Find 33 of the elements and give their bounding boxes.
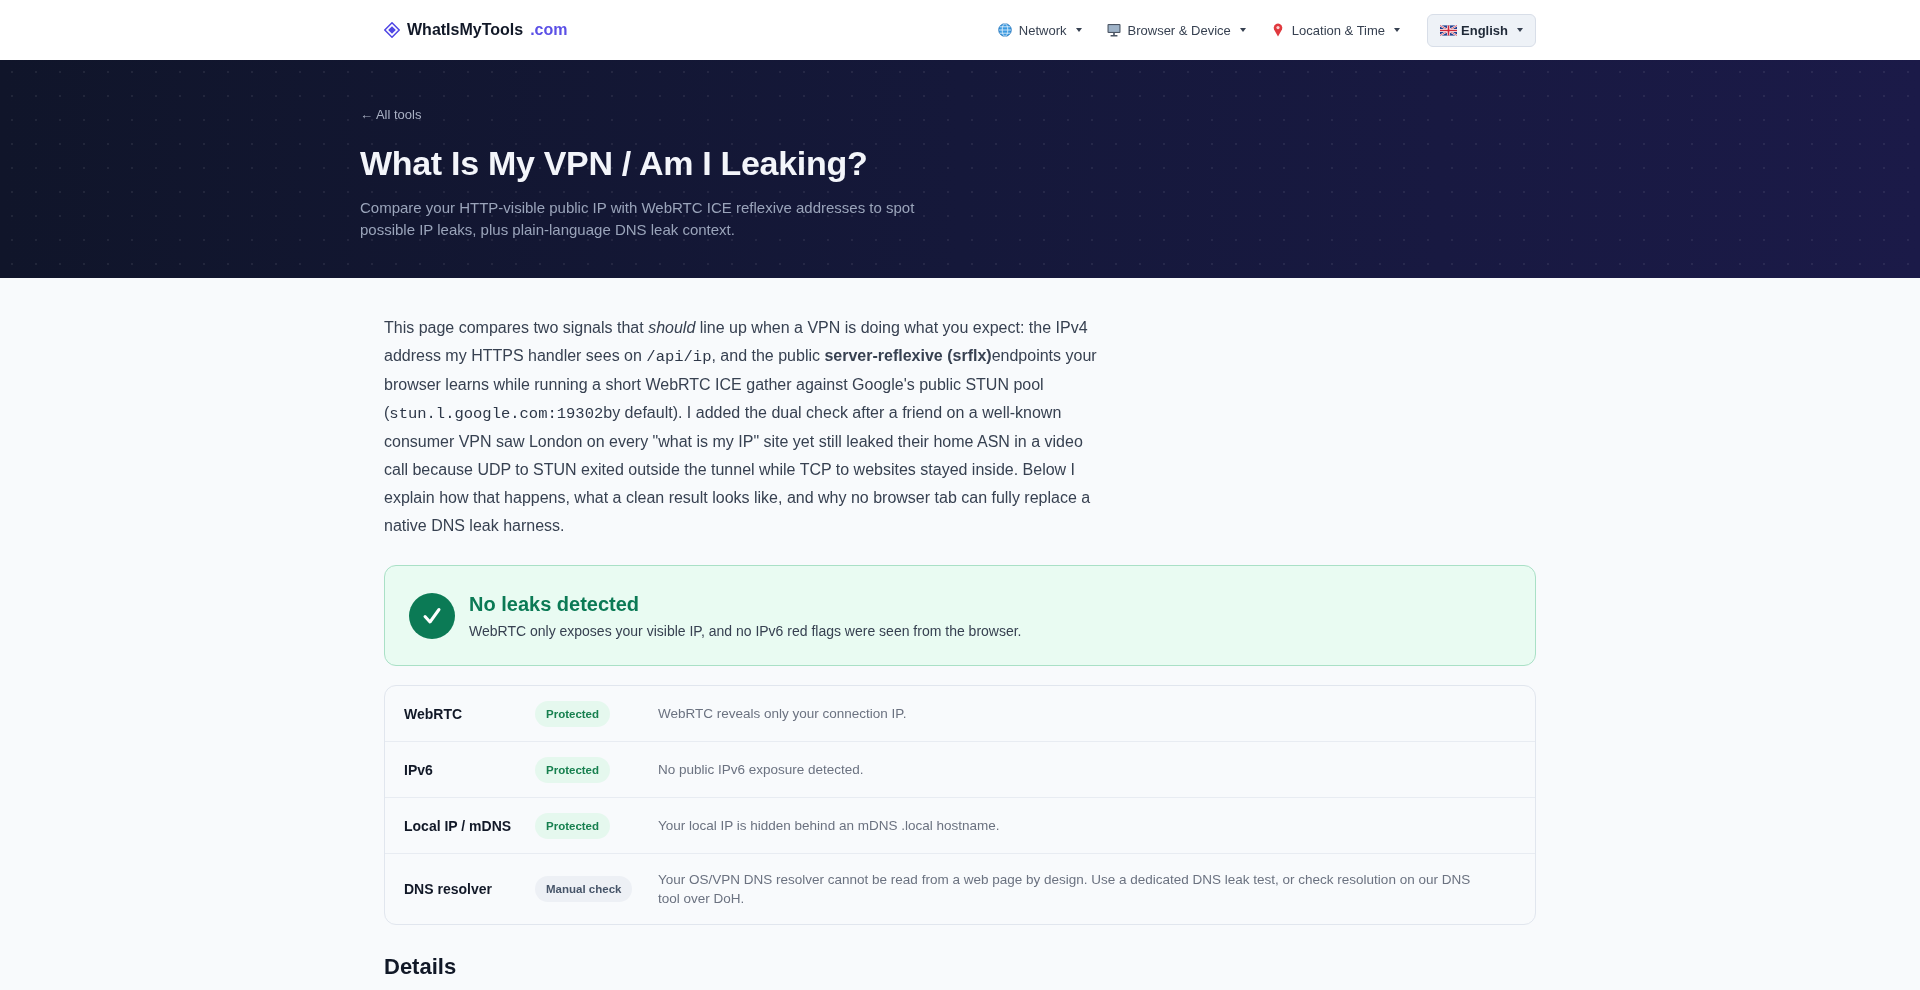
check-name: WebRTC xyxy=(404,705,464,722)
status-badge: Protected xyxy=(535,812,611,839)
check-icon xyxy=(409,592,455,639)
status-badge: Protected xyxy=(535,700,611,727)
status-message: WebRTC only exposes your visible IP, and no IPv6 red flags were seen from the browser. xyxy=(469,621,1022,641)
check-description: Your OS/VPN DNS resolver cannot be read from a web page by design. Use a dedicated DNS leak test, or check resolution on our DNS tool over DoH. xyxy=(658,871,1472,908)
globe-icon xyxy=(997,23,1012,37)
diamond-icon xyxy=(384,22,400,38)
section-heading: Details xyxy=(384,953,458,981)
site-logo[interactable]: WhatIsMyTools .com xyxy=(384,21,568,39)
back-link[interactable]: ← All tools xyxy=(360,106,422,124)
intro-paragraph: This page compares two signals that should line up when a VPN is doing what you expect: the IPv4 address my HTTPS handler sees on /api/ip, and the public server-reflexive (srflx)endpoints your browser learns while running a short WebRTC ICE gather against Google's public STUN pool (stun.l.google.com:19302by default). I added the dual check after a friend on a well-known consumer VPN saw London on every "what is my IP" site yet still leaked their home ASN in a video call because UDP to STUN exited outside the tunnel while TCP to websites stayed inside. Below I explain how that happens, what a clean result looks like, and why no browser tab can fully replace a native DNS leak harness. xyxy=(384,318,1098,536)
check-description: Your local IP is hidden behind an mDNS .local hostname. xyxy=(658,817,1001,835)
check-description: WebRTC reveals only your connection IP. xyxy=(658,705,908,723)
monitor-icon xyxy=(1106,23,1121,37)
page-subtitle: Compare your HTTP-visible public IP with WebRTC ICE reflexive addresses to spot possible IP leaks, plus plain-language DNS leak context. xyxy=(360,198,916,240)
status-badge: Protected xyxy=(535,756,611,783)
caret-icon xyxy=(1394,28,1401,32)
check-name: DNS resolver xyxy=(404,881,493,897)
caret-icon xyxy=(1075,28,1082,32)
caret-icon xyxy=(1517,28,1523,32)
page-title: What Is My VPN / Am I Leaking? xyxy=(360,143,869,184)
check-name: IPv6 xyxy=(404,761,434,778)
check-name: Local IP / mDNS xyxy=(404,817,513,834)
nav-menu[interactable]: Location & Time xyxy=(1270,22,1401,38)
nav-menu[interactable]: Network xyxy=(997,22,1082,38)
check-description: No public IPv6 exposure detected. xyxy=(658,761,865,779)
nav-menu[interactable]: Browser & Device xyxy=(1106,22,1246,38)
status-title: No leaks detected xyxy=(469,591,641,617)
flag-icon xyxy=(1440,24,1458,36)
language-button[interactable]: English xyxy=(1427,13,1536,47)
caret-icon xyxy=(1239,28,1246,32)
status-badge: Manual check xyxy=(535,876,633,902)
